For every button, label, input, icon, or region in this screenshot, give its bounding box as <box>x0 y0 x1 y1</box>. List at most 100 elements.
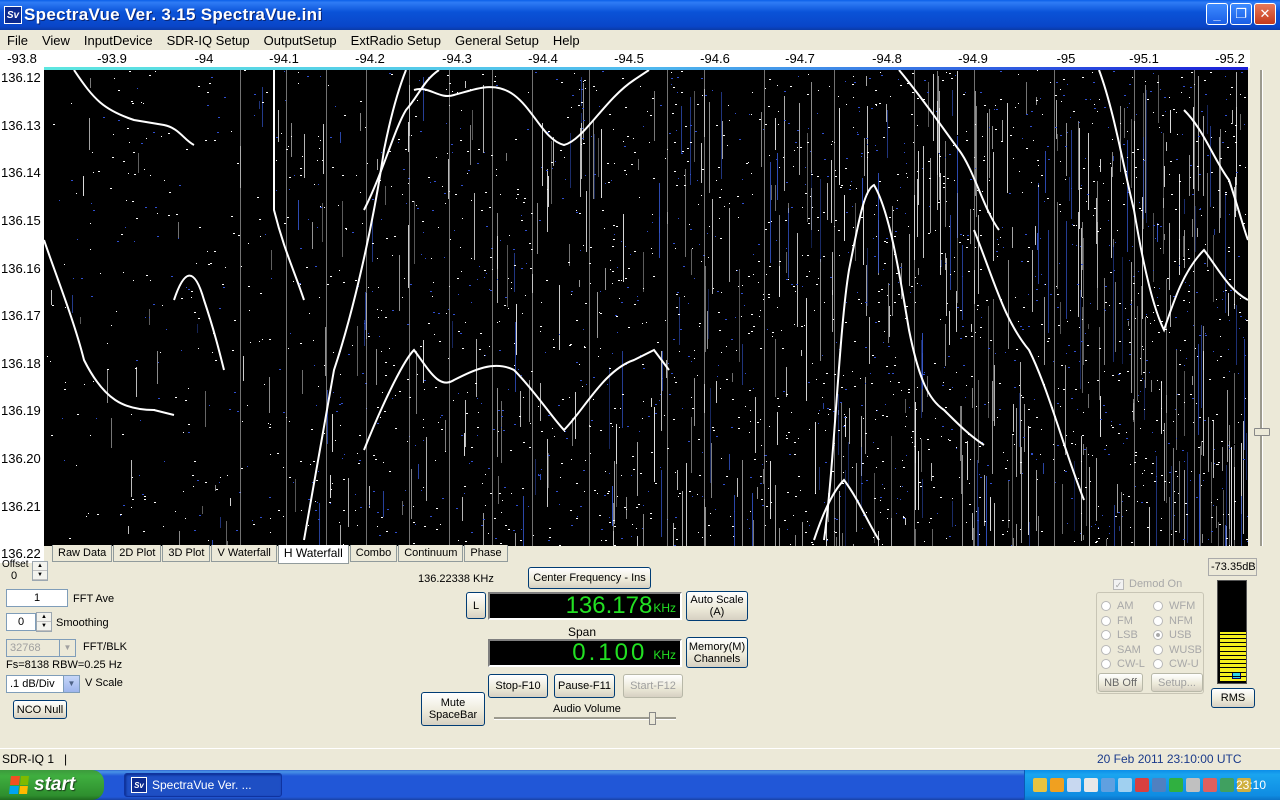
chevron-down-icon: ▼ <box>59 640 75 656</box>
waterfall-display[interactable] <box>44 70 1248 546</box>
tab-phase[interactable]: Phase <box>464 545 508 562</box>
menu-outputsetup[interactable]: OutputSetup <box>257 33 344 48</box>
time-label: 136.21 <box>1 499 41 514</box>
freq-label: -94.7 <box>785 51 815 66</box>
fft-ave-input[interactable]: 1 <box>6 589 68 607</box>
mode-usb-label: USB <box>1169 629 1192 641</box>
mode-wusb[interactable]: WUSB <box>1153 644 1202 656</box>
tab-continuum[interactable]: Continuum <box>398 545 464 562</box>
time-label: 136.20 <box>1 451 41 466</box>
tray-app-icon[interactable] <box>1101 778 1115 792</box>
mute-button[interactable]: Mute SpaceBar <box>421 692 485 726</box>
tray-app-icon[interactable] <box>1220 778 1234 792</box>
tab-3d-plot[interactable]: 3D Plot <box>162 545 211 562</box>
menu-file[interactable]: File <box>0 33 35 48</box>
pause-button[interactable]: Pause-F11 <box>554 674 615 698</box>
nb-off-button[interactable]: NB Off <box>1098 673 1143 692</box>
mode-nfm[interactable]: NFM <box>1153 615 1193 627</box>
offset-spinner[interactable]: ▲ ▼ <box>32 561 48 581</box>
fft-blk-value: 32768 <box>10 642 41 654</box>
mode-sam[interactable]: SAM <box>1101 644 1141 656</box>
radio-icon <box>1101 601 1111 611</box>
tray-app-icon[interactable] <box>1186 778 1200 792</box>
mode-fm[interactable]: FM <box>1101 615 1133 627</box>
tab-raw-data[interactable]: Raw Data <box>52 545 113 562</box>
meter-segment <box>1220 650 1246 652</box>
auto-scale-button[interactable]: Auto Scale (A) <box>686 591 748 621</box>
menu-extradio-setup[interactable]: ExtRadio Setup <box>344 33 448 48</box>
tab-combo[interactable]: Combo <box>349 545 398 562</box>
smoothing-input[interactable]: 0 <box>6 613 36 631</box>
time-label: 136.18 <box>1 356 41 371</box>
menu-inputdevice[interactable]: InputDevice <box>77 33 160 48</box>
tray-app-icon[interactable] <box>1203 778 1217 792</box>
tab-h-waterfall[interactable]: H Waterfall <box>277 545 349 564</box>
demod-on-checkbox[interactable]: ✓ Demod On <box>1113 578 1182 590</box>
radio-icon <box>1101 645 1111 655</box>
fs-rbw-info: Fs=8138 RBW=0.25 Hz <box>6 659 123 671</box>
shield-icon[interactable] <box>1169 778 1183 792</box>
meter-segment <box>1220 587 1246 589</box>
freq-label: -94.2 <box>355 51 385 66</box>
mode-cw-u[interactable]: CW-U <box>1153 658 1199 670</box>
frequency-axis: -93.8 -93.9 -94 -94.1 -94.2 -94.3 -94.4 … <box>0 50 1250 68</box>
mode-usb[interactable]: USB <box>1153 629 1192 641</box>
mode-am[interactable]: AM <box>1101 600 1134 612</box>
freq-label: -94 <box>194 51 214 66</box>
display-icon[interactable] <box>1152 778 1166 792</box>
mode-fm-label: FM <box>1117 615 1133 627</box>
start-button[interactable]: start <box>0 770 104 800</box>
lock-l-button[interactable]: L <box>466 592 486 619</box>
radio-icon <box>1153 616 1163 626</box>
taskbar: start Sv SpectraVue Ver. ... 23:10 <box>0 770 1280 800</box>
mode-cw-l[interactable]: CW-L <box>1101 658 1145 670</box>
meter-segment <box>1220 642 1246 644</box>
minimize-button[interactable]: _ <box>1206 3 1228 25</box>
time-label: 136.14 <box>1 165 41 180</box>
menu-sdr-iq-setup[interactable]: SDR-IQ Setup <box>160 33 257 48</box>
mode-lsb[interactable]: LSB <box>1101 629 1138 641</box>
smoothing-spinner[interactable]: ▲ ▼ <box>36 612 52 632</box>
meter-segment <box>1220 675 1246 677</box>
rms-button[interactable]: RMS <box>1211 688 1255 708</box>
network-icon[interactable] <box>1067 778 1081 792</box>
meter-segment <box>1220 654 1246 656</box>
audio-volume-thumb[interactable] <box>649 712 657 725</box>
mode-wfm[interactable]: WFM <box>1153 600 1195 612</box>
close-button[interactable]: ✕ <box>1254 3 1276 25</box>
span-label: Span <box>568 625 597 639</box>
smoothing-label: Smoothing <box>56 617 109 629</box>
volume-icon[interactable] <box>1084 778 1098 792</box>
tab-v-waterfall[interactable]: V Waterfall <box>211 545 277 562</box>
waterfall-scroll-track[interactable] <box>1260 70 1263 546</box>
tab-2d-plot[interactable]: 2D Plot <box>113 545 162 562</box>
menu-view[interactable]: View <box>35 33 77 48</box>
tray-app-icon[interactable] <box>1118 778 1132 792</box>
memory-channels-button[interactable]: Memory(M) Channels <box>686 637 748 668</box>
start-button[interactable]: Start-F12 <box>623 674 683 698</box>
vscale-label: V Scale <box>85 677 123 689</box>
signal-level-readout: -73.35dB <box>1208 558 1257 576</box>
vscale-value: .1 dB/Div <box>10 678 55 690</box>
vscale-select[interactable]: .1 dB/Div ▼ <box>6 675 80 693</box>
security-icon[interactable] <box>1135 778 1149 792</box>
maximize-button[interactable]: ❐ <box>1230 3 1252 25</box>
fft-blk-select[interactable]: 32768 ▼ <box>6 639 76 657</box>
meter-segment <box>1220 663 1246 665</box>
center-frequency-button[interactable]: Center Frequency - Ins <box>528 567 651 589</box>
stop-button[interactable]: Stop-F10 <box>488 674 548 698</box>
nco-null-button[interactable]: NCO Null <box>13 700 67 719</box>
radio-icon <box>1101 630 1111 640</box>
taskbar-spectravue[interactable]: Sv SpectraVue Ver. ... <box>124 773 282 797</box>
span-value: 0.100 <box>572 639 648 666</box>
menu-general-setup[interactable]: General Setup <box>448 33 546 48</box>
warning-icon[interactable] <box>1050 778 1064 792</box>
waterfall-scroll-thumb[interactable] <box>1254 428 1270 436</box>
freq-label: -94.1 <box>269 51 299 66</box>
title-bar: Sv SpectraVue Ver. 3.15 SpectraVue.ini _… <box>0 0 1280 30</box>
user-icon[interactable] <box>1033 778 1047 792</box>
freq-label: -94.8 <box>872 51 902 66</box>
demod-setup-button[interactable]: Setup... <box>1151 673 1203 692</box>
menu-help[interactable]: Help <box>546 33 587 48</box>
offset-label: Offset <box>2 559 29 570</box>
